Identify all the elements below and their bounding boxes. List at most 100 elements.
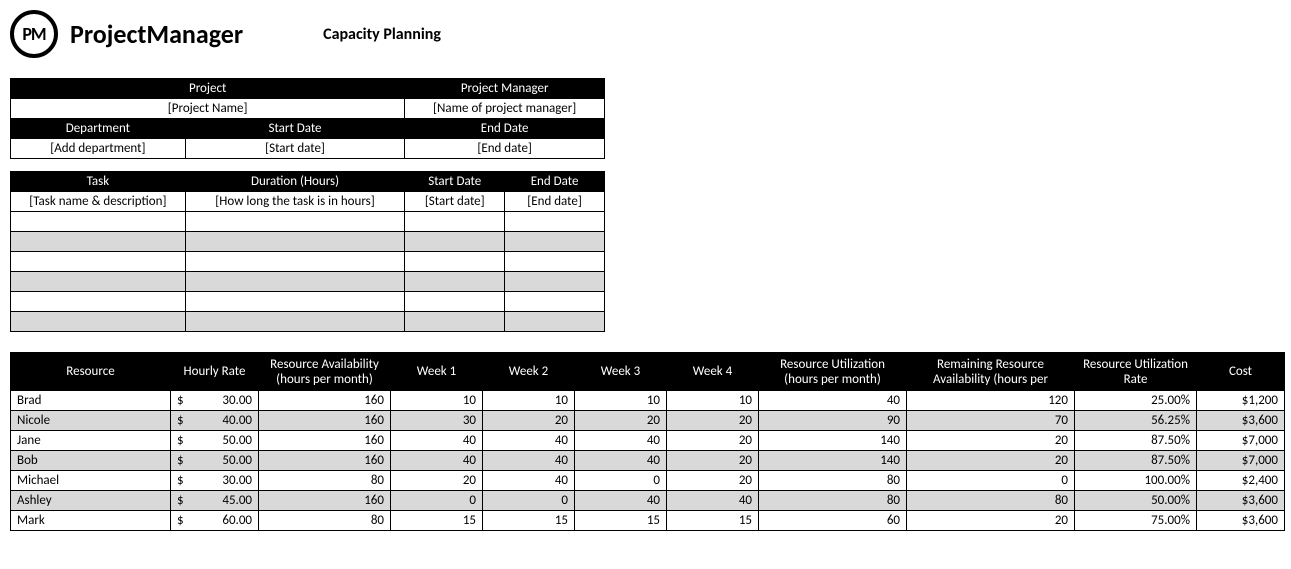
task-cell[interactable]	[405, 292, 505, 312]
task-cell[interactable]	[11, 272, 186, 292]
task-name-placeholder[interactable]: [Task name & description]	[11, 192, 186, 212]
cost-cell[interactable]: $2,400	[1197, 471, 1285, 491]
task-cell[interactable]	[185, 272, 405, 292]
rate-symbol-cell[interactable]: $	[171, 451, 194, 471]
avail-cell[interactable]: 160	[259, 451, 391, 471]
week1-cell[interactable]: 40	[391, 431, 483, 451]
task-cell[interactable]	[185, 252, 405, 272]
resource-name-cell[interactable]: Brad	[11, 391, 171, 411]
utilization-rate-cell[interactable]: 87.50%	[1075, 451, 1197, 471]
week2-cell[interactable]: 10	[483, 391, 575, 411]
utilization-rate-cell[interactable]: 50.00%	[1075, 491, 1197, 511]
week2-cell[interactable]: 40	[483, 451, 575, 471]
remaining-cell[interactable]: 20	[907, 451, 1075, 471]
task-cell[interactable]	[405, 212, 505, 232]
week3-cell[interactable]: 40	[575, 431, 667, 451]
week1-cell[interactable]: 15	[391, 511, 483, 531]
utilization-cell[interactable]: 140	[759, 431, 907, 451]
rate-symbol-cell[interactable]: $	[171, 411, 194, 431]
project-name-cell[interactable]: [Project Name]	[11, 99, 405, 119]
remaining-cell[interactable]: 70	[907, 411, 1075, 431]
resource-name-cell[interactable]: Mark	[11, 511, 171, 531]
week4-cell[interactable]: 40	[667, 491, 759, 511]
rate-symbol-cell[interactable]: $	[171, 391, 194, 411]
utilization-cell[interactable]: 80	[759, 491, 907, 511]
week4-cell[interactable]: 20	[667, 411, 759, 431]
cost-cell[interactable]: $1,200	[1197, 391, 1285, 411]
week1-cell[interactable]: 30	[391, 411, 483, 431]
cost-cell[interactable]: $3,600	[1197, 411, 1285, 431]
utilization-cell[interactable]: 140	[759, 451, 907, 471]
dept-cell[interactable]: [Add department]	[11, 139, 186, 159]
utilization-cell[interactable]: 60	[759, 511, 907, 531]
end-date-cell[interactable]: [End date]	[405, 139, 605, 159]
week3-cell[interactable]: 40	[575, 491, 667, 511]
task-cell[interactable]	[505, 212, 605, 232]
task-cell[interactable]	[11, 292, 186, 312]
remaining-cell[interactable]: 120	[907, 391, 1075, 411]
utilization-rate-cell[interactable]: 87.50%	[1075, 431, 1197, 451]
week1-cell[interactable]: 20	[391, 471, 483, 491]
week3-cell[interactable]: 15	[575, 511, 667, 531]
rate-symbol-cell[interactable]: $	[171, 471, 194, 491]
task-cell[interactable]	[505, 232, 605, 252]
task-cell[interactable]	[11, 312, 186, 332]
avail-cell[interactable]: 80	[259, 511, 391, 531]
week4-cell[interactable]: 20	[667, 451, 759, 471]
week1-cell[interactable]: 10	[391, 391, 483, 411]
week2-cell[interactable]: 15	[483, 511, 575, 531]
task-cell[interactable]	[11, 252, 186, 272]
week3-cell[interactable]: 20	[575, 411, 667, 431]
task-cell[interactable]	[505, 312, 605, 332]
task-cell[interactable]	[11, 212, 186, 232]
resource-name-cell[interactable]: Nicole	[11, 411, 171, 431]
rate-value-cell[interactable]: 30.00	[194, 391, 259, 411]
week4-cell[interactable]: 15	[667, 511, 759, 531]
utilization-rate-cell[interactable]: 56.25%	[1075, 411, 1197, 431]
avail-cell[interactable]: 160	[259, 391, 391, 411]
avail-cell[interactable]: 160	[259, 491, 391, 511]
task-duration-placeholder[interactable]: [How long the task is in hours]	[185, 192, 405, 212]
cost-cell[interactable]: $7,000	[1197, 431, 1285, 451]
task-start-placeholder[interactable]: [Start date]	[405, 192, 505, 212]
remaining-cell[interactable]: 20	[907, 431, 1075, 451]
rate-value-cell[interactable]: 45.00	[194, 491, 259, 511]
utilization-cell[interactable]: 90	[759, 411, 907, 431]
cost-cell[interactable]: $3,600	[1197, 491, 1285, 511]
week4-cell[interactable]: 20	[667, 471, 759, 491]
week1-cell[interactable]: 0	[391, 491, 483, 511]
avail-cell[interactable]: 160	[259, 431, 391, 451]
cost-cell[interactable]: $7,000	[1197, 451, 1285, 471]
utilization-rate-cell[interactable]: 25.00%	[1075, 391, 1197, 411]
task-cell[interactable]	[505, 252, 605, 272]
week4-cell[interactable]: 20	[667, 431, 759, 451]
rate-value-cell[interactable]: 60.00	[194, 511, 259, 531]
pm-name-cell[interactable]: [Name of project manager]	[405, 99, 605, 119]
week2-cell[interactable]: 20	[483, 411, 575, 431]
rate-value-cell[interactable]: 50.00	[194, 451, 259, 471]
week3-cell[interactable]: 10	[575, 391, 667, 411]
week3-cell[interactable]: 40	[575, 451, 667, 471]
task-cell[interactable]	[185, 292, 405, 312]
cost-cell[interactable]: $3,600	[1197, 511, 1285, 531]
task-cell[interactable]	[505, 292, 605, 312]
task-cell[interactable]	[405, 272, 505, 292]
rate-symbol-cell[interactable]: $	[171, 491, 194, 511]
resource-name-cell[interactable]: Ashley	[11, 491, 171, 511]
avail-cell[interactable]: 160	[259, 411, 391, 431]
task-cell[interactable]	[11, 232, 186, 252]
rate-value-cell[interactable]: 50.00	[194, 431, 259, 451]
week2-cell[interactable]: 0	[483, 491, 575, 511]
week4-cell[interactable]: 10	[667, 391, 759, 411]
task-cell[interactable]	[405, 232, 505, 252]
utilization-cell[interactable]: 80	[759, 471, 907, 491]
resource-name-cell[interactable]: Michael	[11, 471, 171, 491]
remaining-cell[interactable]: 80	[907, 491, 1075, 511]
remaining-cell[interactable]: 20	[907, 511, 1075, 531]
task-cell[interactable]	[505, 272, 605, 292]
task-cell[interactable]	[405, 312, 505, 332]
utilization-cell[interactable]: 40	[759, 391, 907, 411]
rate-symbol-cell[interactable]: $	[171, 511, 194, 531]
resource-name-cell[interactable]: Bob	[11, 451, 171, 471]
task-cell[interactable]	[405, 252, 505, 272]
